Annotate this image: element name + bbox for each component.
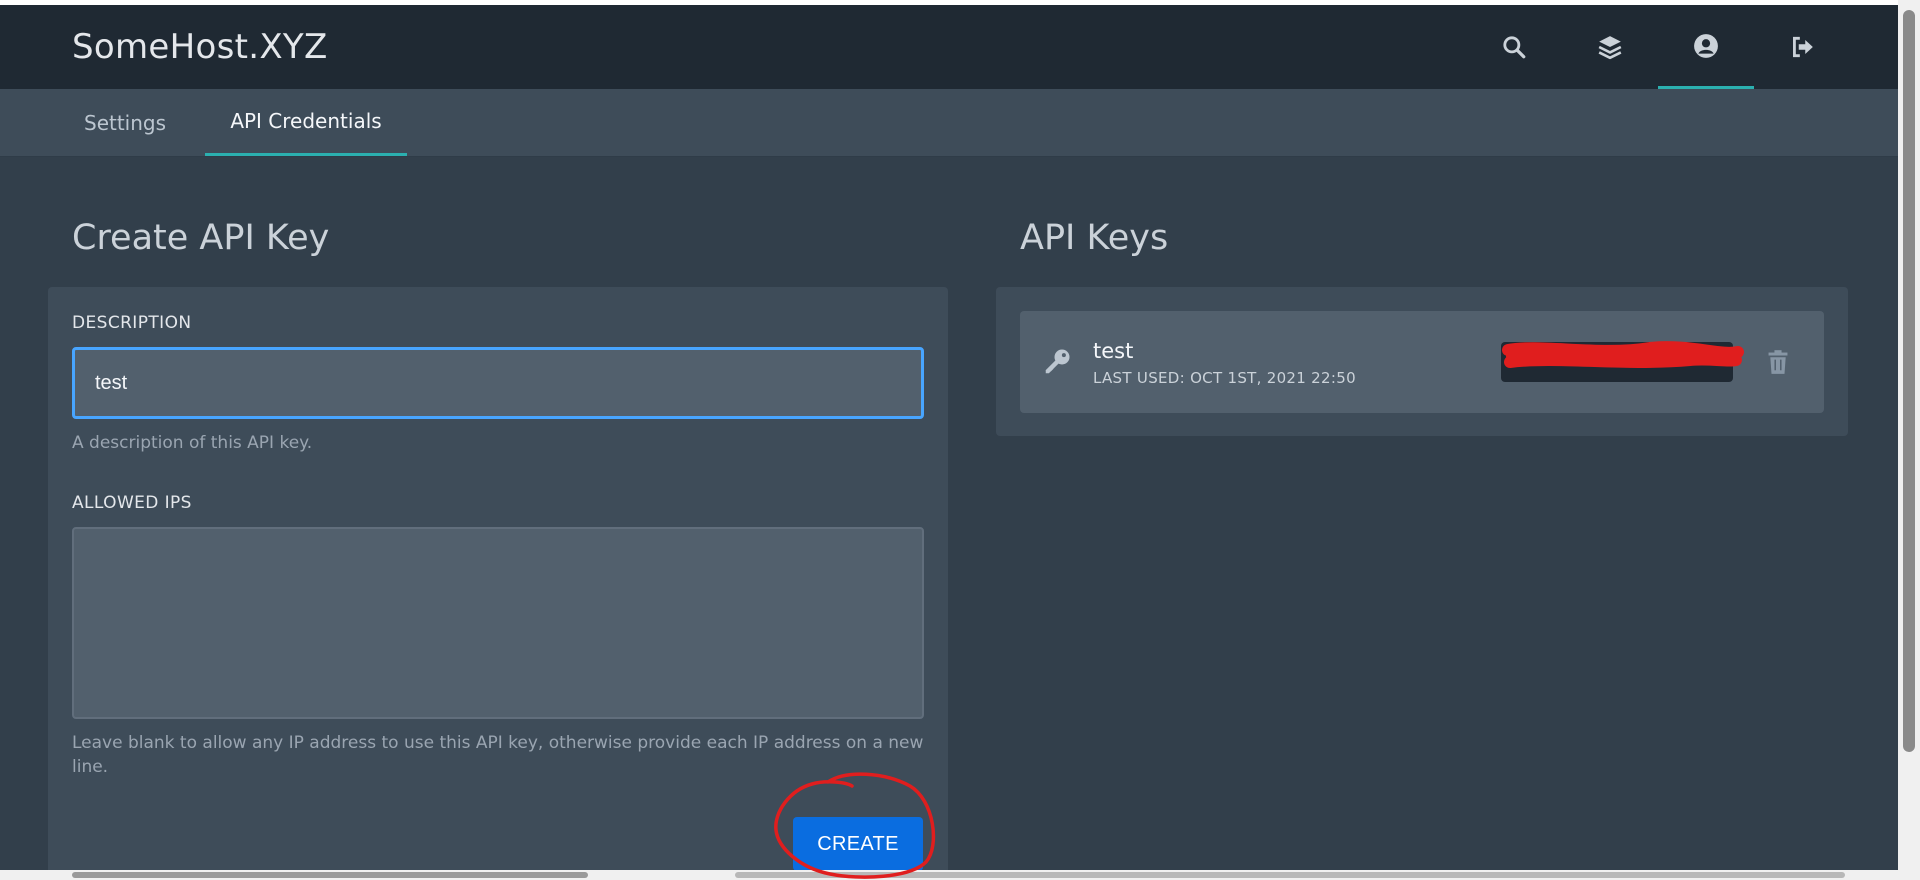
description-input[interactable] [72,347,924,419]
trash-icon[interactable] [1766,349,1790,375]
horizontal-scrollbar-thumb[interactable] [72,872,588,878]
allowed-ips-label: ALLOWED IPS [72,493,192,513]
horizontal-scrollbar-track-highlight [735,872,1845,878]
vertical-scrollbar-thumb[interactable] [1903,10,1915,752]
tab-api-credentials[interactable]: API Credentials [205,89,407,156]
allowed-ips-textarea[interactable] [72,527,924,719]
allowed-ips-help: Leave blank to allow any IP address to u… [72,733,924,777]
api-key-last-used: LAST USED: OCT 1ST, 2021 22:50 [1093,369,1356,387]
api-keys-title: API Keys [1020,218,1169,258]
tab-settings[interactable]: Settings [84,89,166,156]
logout-icon [1793,36,1813,58]
create-button[interactable]: CREATE [793,817,923,870]
logout-button[interactable] [1754,5,1850,89]
page: SomeHost.XYZ Settings API Credentials Cr… [0,0,1898,870]
description-help: A description of this API key. [72,433,313,453]
app-logo[interactable]: SomeHost.XYZ [72,27,328,67]
account-button[interactable] [1658,5,1754,89]
layers-icon [1598,36,1622,60]
search-button[interactable] [1466,5,1562,89]
search-icon [1503,36,1526,59]
create-api-key-title: Create API Key [72,218,330,258]
sub-navigation: Settings API Credentials [0,89,1898,157]
description-label: DESCRIPTION [72,313,192,333]
key-icon [1045,349,1070,374]
api-key-row: test LAST USED: OCT 1ST, 2021 22:50 [1020,311,1824,413]
top-navbar: SomeHost.XYZ [0,5,1898,89]
account-icon [1694,33,1718,58]
api-key-name: test [1093,339,1134,363]
servers-button[interactable] [1562,5,1658,89]
api-key-identifier[interactable] [1501,342,1733,382]
